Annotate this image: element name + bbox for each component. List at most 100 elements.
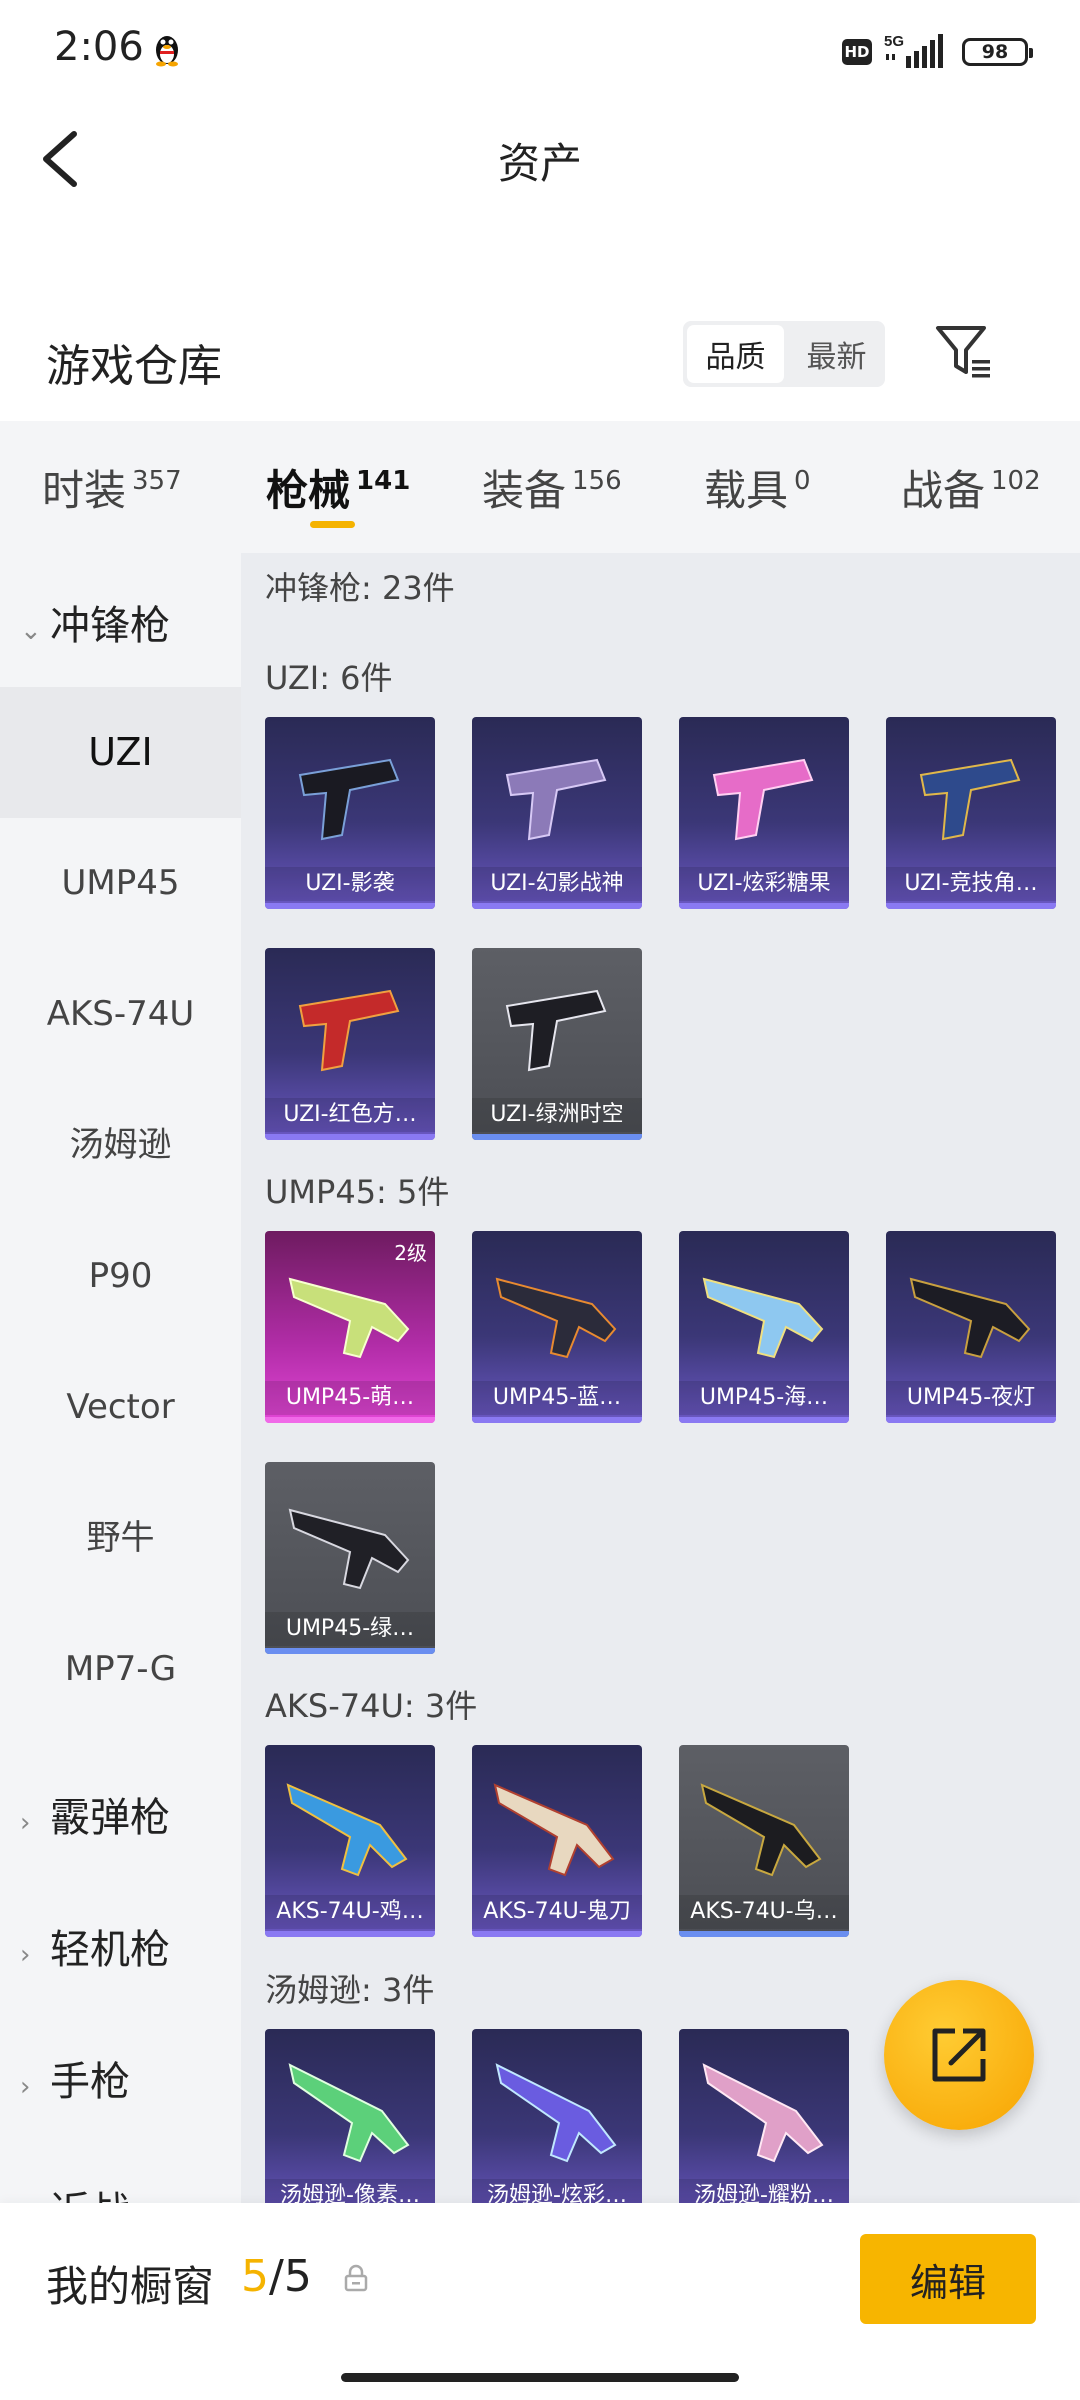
- sidebar-item-p90[interactable]: P90: [0, 1211, 241, 1342]
- tab-count: 357: [132, 466, 182, 496]
- tab-label: 装备: [482, 466, 567, 515]
- share-button[interactable]: [884, 1980, 1034, 2130]
- rarity-bar: [265, 1417, 435, 1423]
- skin-card[interactable]: AKS-74U-乌…: [679, 1745, 849, 1937]
- skin-card[interactable]: AKS-74U-鬼刀: [472, 1745, 642, 1937]
- rarity-bar: [472, 1417, 642, 1423]
- sidebar-group-label: 近战: [50, 2189, 130, 2203]
- sidebar-group-shotgun[interactable]: › 霰弹枪: [0, 1785, 241, 1843]
- status-indicators: HD 5G 98: [842, 32, 1033, 72]
- rarity-bar: [265, 1931, 435, 1937]
- tab-label: 战备: [901, 466, 986, 515]
- page-title: 资产: [497, 139, 582, 188]
- sidebar-item-vector[interactable]: Vector: [0, 1342, 241, 1473]
- smg-total-label: 冲锋枪: 23件: [265, 569, 455, 607]
- rarity-bar: [472, 1134, 642, 1140]
- skin-card[interactable]: 汤姆逊-耀粉…: [679, 2029, 849, 2203]
- home-indicator[interactable]: [341, 2373, 739, 2382]
- skin-card[interactable]: AKS-74U-鸡…: [265, 1745, 435, 1937]
- category-tabs: 时装 357 枪械 141 装备 156 载具 0 战备 102: [0, 421, 1080, 553]
- sidebar-group-label: 手枪: [50, 2059, 130, 2105]
- tab-label: 时装: [42, 466, 127, 515]
- skin-name: UMP45-夜灯: [886, 1381, 1056, 1415]
- skin-card[interactable]: UMP45-蓝…: [472, 1231, 642, 1423]
- rarity-bar: [472, 903, 642, 909]
- skin-name: UMP45-绿…: [265, 1612, 435, 1646]
- sidebar-item-thompson[interactable]: 汤姆逊: [0, 1080, 241, 1211]
- uzi-gun-icon: [505, 758, 607, 841]
- skin-name: AKS-74U-鬼刀: [472, 1895, 642, 1929]
- rarity-bar: [679, 903, 849, 909]
- skin-card[interactable]: UMP45-绿…: [265, 1462, 435, 1654]
- warehouse-title: 游戏仓库: [46, 341, 222, 392]
- chevron-down-icon: ⌄: [20, 616, 42, 646]
- sidebar-item-bizon[interactable]: 野牛: [0, 1473, 241, 1604]
- skin-card[interactable]: 2级 UMP45-萌…: [265, 1231, 435, 1423]
- skin-card[interactable]: UMP45-夜灯: [886, 1231, 1056, 1423]
- status-time: 2:06: [54, 24, 144, 70]
- skin-card[interactable]: 汤姆逊-炫彩…: [472, 2029, 642, 2203]
- sidebar-item-ump45[interactable]: UMP45: [0, 818, 241, 949]
- sidebar-group-pistol[interactable]: › 手枪: [0, 2049, 241, 2107]
- sidebar-group-label: 冲锋枪: [50, 603, 170, 649]
- skin-name: UMP45-萌…: [265, 1381, 435, 1415]
- tab-count: 0: [794, 466, 811, 496]
- sort-newest-button[interactable]: 最新: [788, 321, 885, 387]
- skin-name: AKS-74U-鸡…: [265, 1895, 435, 1929]
- sidebar-group-smg[interactable]: ⌄ 冲锋枪: [0, 593, 241, 651]
- skin-name: UZI-影袭: [265, 867, 435, 901]
- skin-name: UZI-绿洲时空: [472, 1098, 642, 1132]
- uzi-gun-icon: [298, 758, 400, 841]
- chevron-right-icon: ›: [20, 2072, 31, 2102]
- skin-card[interactable]: UZI-竞技角…: [886, 717, 1056, 909]
- rarity-bar: [886, 903, 1056, 909]
- rarity-bar: [265, 903, 435, 909]
- qq-penguin-icon: [156, 36, 178, 67]
- skin-card[interactable]: UZI-炫彩糖果: [679, 717, 849, 909]
- tab-label: 枪械: [266, 466, 351, 515]
- skin-name: UMP45-蓝…: [472, 1381, 642, 1415]
- uzi-gun-icon: [919, 758, 1021, 841]
- sidebar-group-lmg[interactable]: › 轻机枪: [0, 1917, 241, 1975]
- skin-name: 汤姆逊-耀粉…: [679, 2179, 849, 2203]
- sidebar-group-melee[interactable]: ›近战: [0, 2179, 241, 2203]
- share-icon: [932, 2028, 986, 2082]
- tab-firearms[interactable]: 枪械 141: [266, 457, 410, 518]
- sidebar-item-aks74u[interactable]: AKS-74U: [0, 949, 241, 1080]
- edit-button[interactable]: 编辑: [860, 2234, 1036, 2324]
- aks74u-gun-icon: [493, 1783, 615, 1877]
- lock-icon: [344, 2264, 368, 2292]
- uzi-gun-icon: [712, 758, 814, 841]
- sort-quality-button[interactable]: 品质: [687, 325, 784, 383]
- skin-card[interactable]: UZI-红色方…: [265, 948, 435, 1140]
- rarity-bar: [265, 1648, 435, 1654]
- skin-name: UZI-幻影战神: [472, 867, 642, 901]
- skin-card[interactable]: UZI-幻影战神: [472, 717, 642, 909]
- skin-card[interactable]: UMP45-海…: [679, 1231, 849, 1423]
- skin-card[interactable]: UZI-绿洲时空: [472, 948, 642, 1140]
- tab-vehicles[interactable]: 载具 0: [704, 457, 811, 518]
- tab-count: 141: [356, 466, 411, 496]
- tab-equipment[interactable]: 装备 156: [482, 457, 622, 518]
- network-type: 5G: [884, 33, 904, 50]
- battery-indicator: 98: [962, 38, 1033, 66]
- skin-card[interactable]: 汤姆逊-像素…: [265, 2029, 435, 2203]
- sidebar-item-uzi[interactable]: UZI: [0, 687, 241, 818]
- rarity-bar: [679, 1417, 849, 1423]
- tab-count: 156: [572, 466, 622, 496]
- tab-supplies[interactable]: 战备 102: [901, 457, 1041, 518]
- showcase-total: /5: [269, 2251, 312, 2302]
- tab-count: 102: [991, 466, 1041, 496]
- showcase-label: 我的橱窗: [46, 2262, 215, 2311]
- tab-fashion[interactable]: 时装 357: [42, 457, 182, 518]
- weapon-skin-list: 冲锋枪: 23件 UZI: 6件 UZI-影袭 UZI-幻影战神 UZI-炫彩糖…: [241, 553, 1080, 2203]
- skin-name: UZI-竞技角…: [886, 867, 1056, 901]
- skin-card[interactable]: UZI-影袭: [265, 717, 435, 909]
- hd-badge: HD: [842, 39, 872, 65]
- sidebar-item-mp7g[interactable]: MP7-G: [0, 1604, 241, 1735]
- thompson-gun-icon: [495, 2063, 617, 2163]
- filter-icon[interactable]: [934, 322, 994, 382]
- aks74u-gun-icon: [286, 1783, 408, 1877]
- thompson-gun-icon: [702, 2063, 824, 2163]
- skin-name: UMP45-海…: [679, 1381, 849, 1415]
